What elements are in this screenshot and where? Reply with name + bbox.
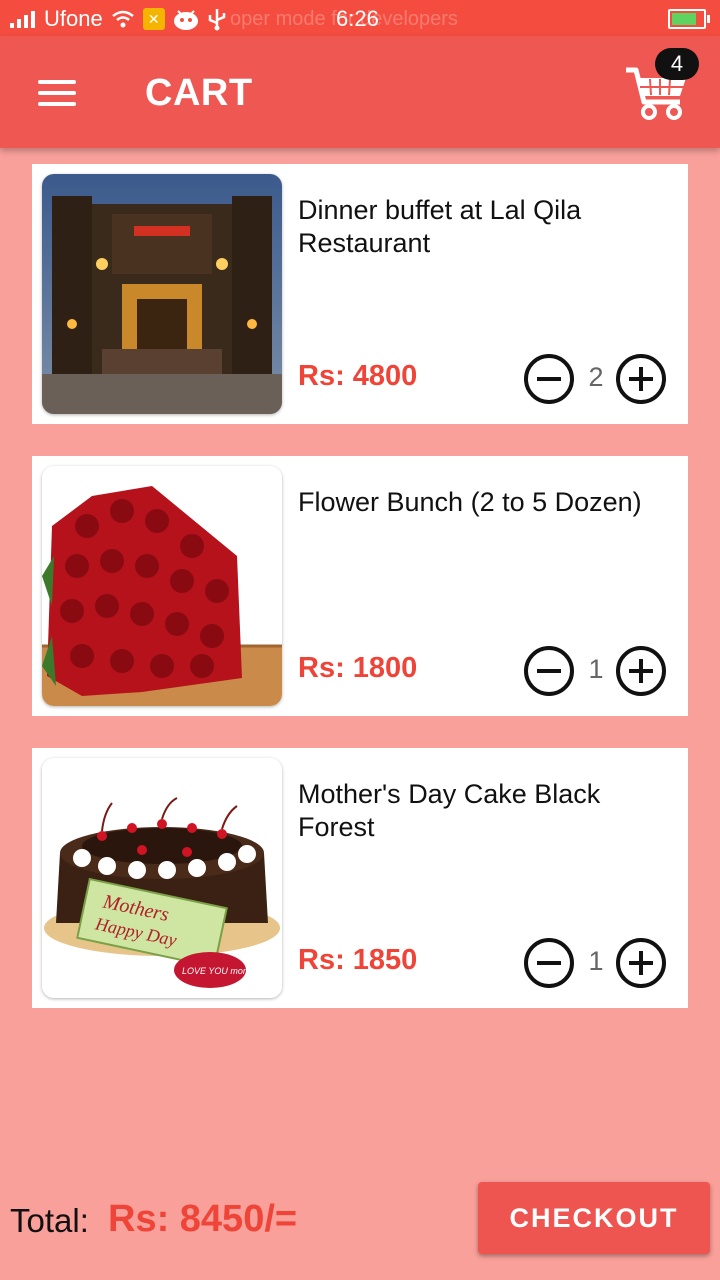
status-left: Ufone ✕ bbox=[10, 6, 227, 32]
increase-quantity-icon[interactable] bbox=[616, 354, 666, 404]
total-label: Total: bbox=[10, 1202, 89, 1239]
quantity-stepper: 1 bbox=[524, 646, 674, 696]
battery-icon bbox=[668, 9, 710, 29]
increase-quantity-icon[interactable] bbox=[616, 646, 666, 696]
item-price: Rs: 1850 bbox=[298, 944, 418, 976]
page-title: CART bbox=[145, 72, 253, 114]
total-amount: Rs: 8450/= bbox=[108, 1198, 298, 1240]
roses-photo[interactable] bbox=[42, 466, 282, 706]
item-price: Rs: 4800 bbox=[298, 360, 418, 392]
clock: 6:26 bbox=[336, 6, 379, 31]
item-name: Flower Bunch (2 to 5 Dozen) bbox=[298, 487, 642, 517]
item-quantity: 1 bbox=[588, 654, 604, 684]
quantity-stepper: 1 bbox=[524, 938, 674, 988]
notification-app-icon: ✕ bbox=[142, 8, 165, 30]
cart-item: Flower Bunch (2 to 5 Dozen) Rs: 1800 1 bbox=[32, 456, 688, 716]
status-bar: Ufone ✕ oper mode for developers 6:26 bbox=[0, 0, 720, 36]
item-name: Mother's Day Cake Black Forest bbox=[298, 779, 601, 842]
increase-quantity-icon[interactable] bbox=[616, 938, 666, 988]
checkout-button[interactable]: CHECKOUT bbox=[478, 1182, 710, 1254]
item-name: Dinner buffet at Lal Qila Restaurant bbox=[298, 195, 582, 258]
cart-count-badge: 4 bbox=[655, 48, 699, 80]
menu-icon[interactable] bbox=[38, 80, 76, 106]
cake-photo[interactable]: Mothers Happy Day LOVE YOU mom bbox=[42, 758, 282, 998]
decrease-quantity-icon[interactable] bbox=[524, 938, 574, 988]
svg-text:LOVE YOU mom: LOVE YOU mom bbox=[182, 966, 251, 976]
usb-icon bbox=[208, 9, 225, 31]
wifi-icon bbox=[111, 10, 134, 28]
cart-item: Mothers Happy Day LOVE YOU mom Mother's … bbox=[32, 748, 688, 1008]
quantity-stepper: 2 bbox=[524, 354, 674, 404]
decrease-quantity-icon[interactable] bbox=[524, 354, 574, 404]
android-icon bbox=[173, 10, 198, 30]
item-quantity: 1 bbox=[588, 946, 604, 976]
cart-item: Dinner buffet at Lal Qila Restaurant Rs:… bbox=[32, 164, 688, 424]
decrease-quantity-icon[interactable] bbox=[524, 646, 574, 696]
signal-icon bbox=[10, 11, 35, 28]
carrier-name: Ufone bbox=[44, 6, 103, 31]
item-price: Rs: 1800 bbox=[298, 652, 418, 684]
restaurant-photo[interactable] bbox=[42, 174, 282, 414]
item-quantity: 2 bbox=[588, 362, 604, 392]
app-bar: CART 4 bbox=[0, 36, 720, 148]
